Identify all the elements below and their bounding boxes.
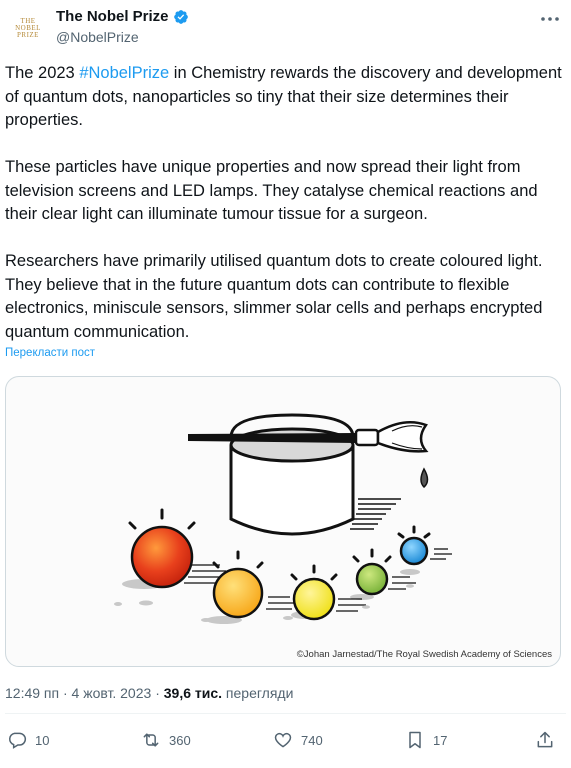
reply-button[interactable]: 10 bbox=[7, 730, 49, 750]
like-button[interactable]: 740 bbox=[273, 730, 323, 750]
repost-button[interactable]: 360 bbox=[141, 730, 191, 750]
views-count: 39,6 тис. bbox=[163, 685, 223, 701]
bookmark-button[interactable]: 17 bbox=[405, 730, 447, 750]
pot bbox=[229, 413, 355, 536]
avatar-line-3: PRIZE bbox=[17, 30, 39, 39]
tweet-text-p1-start: The 2023 bbox=[5, 64, 80, 82]
tweet-time[interactable]: 12:49 пп bbox=[5, 685, 59, 701]
tweet-meta: 12:49 пп · 4 жовт. 2023 · 39,6 тис. пере… bbox=[5, 685, 293, 701]
repost-icon bbox=[143, 733, 159, 747]
tweet-text: The 2023 #NobelPrize in Chemistry reward… bbox=[5, 62, 565, 344]
quantum-dot-red bbox=[130, 525, 194, 589]
share-button[interactable] bbox=[535, 730, 555, 750]
avatar[interactable]: THE NOBEL PRIZE bbox=[8, 8, 48, 48]
display-name[interactable]: The Nobel Prize bbox=[56, 8, 169, 25]
meta-separator-2: · bbox=[155, 685, 160, 701]
translate-post-link[interactable]: Перекласти пост bbox=[5, 347, 95, 359]
author-handle[interactable]: @NobelPrize bbox=[56, 29, 139, 45]
like-count: 740 bbox=[301, 732, 323, 748]
share-icon bbox=[537, 731, 553, 748]
action-bar: 10 360 740 17 bbox=[5, 730, 561, 756]
divider bbox=[5, 713, 566, 714]
tweet-date[interactable]: 4 жовт. 2023 bbox=[72, 685, 152, 701]
meta-separator: · bbox=[62, 685, 68, 701]
quantum-dot-orange bbox=[212, 567, 264, 619]
quantum-dot-yellow bbox=[292, 577, 336, 621]
bookmark-icon bbox=[409, 731, 421, 749]
quantum-dots-illustration bbox=[114, 413, 452, 624]
heart-icon bbox=[274, 732, 292, 748]
more-options-icon[interactable] bbox=[539, 10, 561, 28]
reply-count: 10 bbox=[35, 732, 50, 748]
tweet-text-p3: Researchers have primarily utilised quan… bbox=[5, 252, 547, 341]
repost-count: 360 bbox=[169, 732, 191, 748]
reply-icon bbox=[9, 732, 27, 749]
tweet-media-image[interactable]: ©Johan Jarnestad/The Royal Swedish Acade… bbox=[5, 376, 561, 667]
author-name-row[interactable]: The Nobel Prize bbox=[56, 8, 189, 25]
hashtag-link[interactable]: #NobelPrize bbox=[79, 64, 169, 82]
image-credit: ©Johan Jarnestad/The Royal Swedish Acade… bbox=[296, 649, 552, 660]
pot-motion-lines bbox=[350, 498, 401, 530]
quantum-dot-blue bbox=[399, 536, 429, 566]
views-label: перегляди bbox=[225, 685, 294, 701]
verified-badge-icon bbox=[173, 9, 188, 24]
tweet-text-p2: These particles have unique properties a… bbox=[5, 158, 543, 223]
quantum-dot-green bbox=[355, 562, 389, 596]
bookmark-count: 17 bbox=[433, 732, 448, 748]
